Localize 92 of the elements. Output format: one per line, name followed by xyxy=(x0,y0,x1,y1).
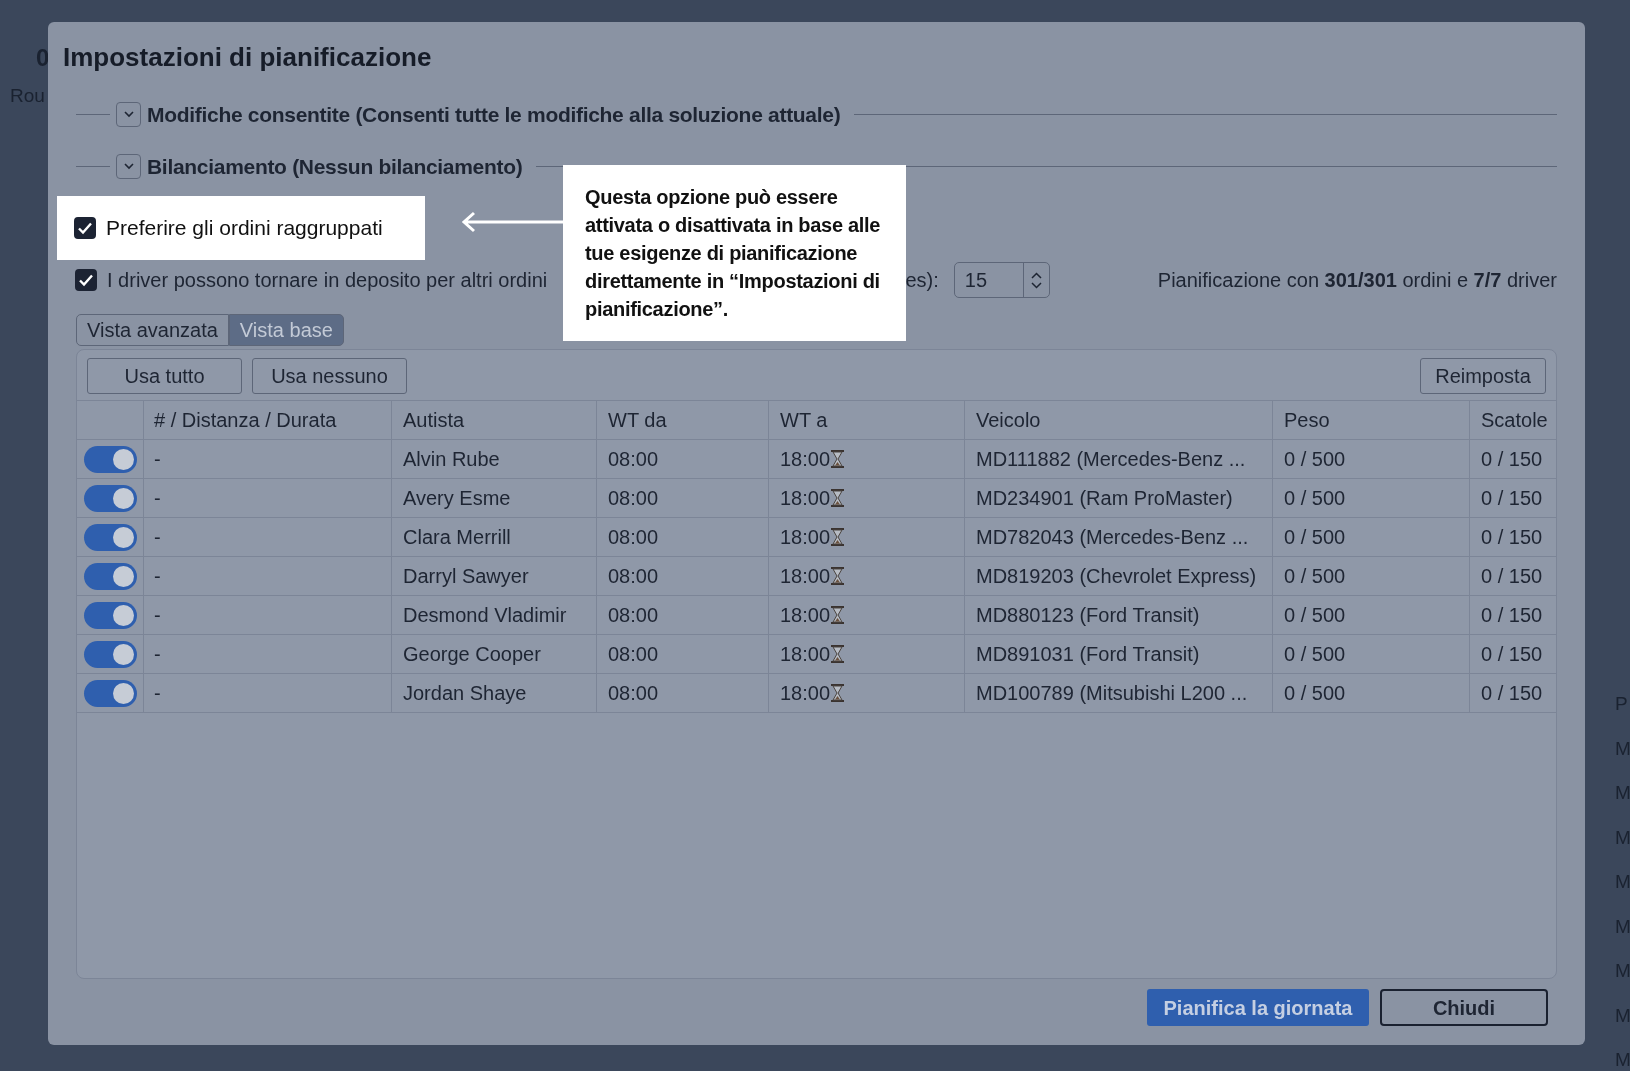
table-cell-text: 08:00 xyxy=(608,486,659,511)
table-cell-text: 08:00 xyxy=(608,564,659,589)
summary-text: Pianificazione con 301/301 ordini e 7/7 driver xyxy=(1157,268,1557,293)
table-cell-text: - xyxy=(154,564,161,589)
table-cell-text: 0 / 150 xyxy=(1481,525,1543,550)
table-cell-text: 18:00 xyxy=(780,603,831,628)
table-cell-text: 0 / 150 xyxy=(1481,486,1543,511)
view-tab[interactable]: Vista avanzata xyxy=(76,314,229,346)
table-cell-text: MD100789 (Mitsubishi L200 ... xyxy=(976,681,1248,706)
select-button[interactable]: Usa nessuno xyxy=(252,358,407,394)
option-label[interactable]: I driver possono tornare in deposito per altri ordini xyxy=(107,265,548,295)
table-cell-text: 18:00 xyxy=(780,447,831,472)
table-cell-text: 0 / 500 xyxy=(1284,447,1346,472)
table-cell-text: MD111882 (Mercedes-Benz ... xyxy=(976,447,1246,472)
reset-button[interactable]: Reimposta xyxy=(1420,358,1546,394)
table-cell-text: Clara Merrill xyxy=(403,525,511,550)
table-cell-text: 0 / 150 xyxy=(1481,603,1543,628)
table-cell-text: 08:00 xyxy=(608,447,659,472)
table-cell-text: - xyxy=(154,525,161,550)
table-cell-text: 08:00 xyxy=(608,525,659,550)
hourglass-icon xyxy=(831,489,845,507)
table-cell-text: 0 / 150 xyxy=(1481,642,1543,667)
chevron-down-icon[interactable] xyxy=(1030,281,1042,289)
table-cell-text: Jordan Shaye xyxy=(403,681,527,706)
toggle-switch[interactable] xyxy=(84,679,137,707)
checkbox[interactable] xyxy=(75,269,97,291)
table-cell-text: MD891031 (Ford Transit) xyxy=(976,642,1200,667)
table-cell-text: 18:00 xyxy=(780,642,831,667)
table-cell-text: 0 / 500 xyxy=(1284,642,1346,667)
hourglass-icon xyxy=(831,567,845,585)
hourglass-icon xyxy=(831,450,845,468)
toggle-switch[interactable] xyxy=(84,601,137,629)
toggle-switch[interactable] xyxy=(84,445,137,473)
table-cell-text: - xyxy=(154,642,161,667)
close-button[interactable]: Chiudi xyxy=(1380,989,1548,1026)
table-cell-text: 08:00 xyxy=(608,681,659,706)
table-cell-text: Avery Esme xyxy=(403,486,511,511)
hourglass-icon xyxy=(831,606,845,624)
toggle-switch[interactable] xyxy=(84,640,137,668)
toggle-switch[interactable] xyxy=(84,562,137,590)
table-cell-text: MD880123 (Ford Transit) xyxy=(976,603,1200,628)
table-cell-text: 18:00 xyxy=(780,525,831,550)
column-header: WT da xyxy=(597,401,769,439)
section-heading[interactable]: Modifiche consentite (Consenti tutte le modifiche alla soluzione attuale) xyxy=(147,99,841,131)
table-cell-text: 0 / 500 xyxy=(1284,525,1346,550)
table-cell-text: 0 / 150 xyxy=(1481,564,1543,589)
option-label[interactable]: Preferire gli ordini raggruppati xyxy=(106,212,383,244)
table-cell-text: 08:00 xyxy=(608,603,659,628)
table-cell-text: 0 / 500 xyxy=(1284,564,1346,589)
toggle-switch[interactable] xyxy=(84,484,137,512)
table-cell-text: - xyxy=(154,603,161,628)
toggle-switch[interactable] xyxy=(84,523,137,551)
hourglass-icon xyxy=(831,684,845,702)
table-cell-text: 18:00 xyxy=(780,681,831,706)
column-header: # / Distanza / Durata xyxy=(144,401,392,439)
table-cell-text: 18:00 xyxy=(780,564,831,589)
column-header: Autista xyxy=(392,401,597,439)
hourglass-icon xyxy=(831,528,845,546)
table-cell-text: 18:00 xyxy=(780,486,831,511)
view-tab[interactable]: Vista base xyxy=(228,314,344,346)
column-header: Veicolo xyxy=(965,401,1273,439)
table-cell-text: George Cooper xyxy=(403,642,541,667)
select-button[interactable]: Usa tutto xyxy=(87,358,242,394)
section-heading[interactable]: Bilanciamento (Nessun bilanciamento) xyxy=(147,150,523,182)
field-label: es): xyxy=(905,268,939,293)
table-cell-text: 0 / 150 xyxy=(1481,681,1543,706)
table-cell-text: Darryl Sawyer xyxy=(403,564,529,589)
chevron-down-icon[interactable] xyxy=(116,153,141,179)
checkbox[interactable] xyxy=(74,217,96,239)
table-cell-text: Alvin Rube xyxy=(403,447,500,472)
table-cell-text: 0 / 500 xyxy=(1284,486,1346,511)
table-cell-text: 0 / 150 xyxy=(1481,447,1543,472)
chevron-down-icon[interactable] xyxy=(116,102,141,128)
table-cell-text: MD782043 (Mercedes-Benz ... xyxy=(976,525,1249,550)
column-header: Peso xyxy=(1273,401,1470,439)
table-cell-text: - xyxy=(154,681,161,706)
column-header: WT a xyxy=(769,401,965,439)
table-cell-text: 0 / 500 xyxy=(1284,603,1346,628)
chevron-up-icon[interactable] xyxy=(1030,271,1042,279)
tooltip: Questa opzione può essere attivata o disattivata in base alle tue esigenze di pianificazione direttamente in “Impostazioni di pianificazione”. xyxy=(563,165,906,341)
plan-day-button[interactable]: Pianifica la giornata xyxy=(1147,989,1369,1026)
number-field[interactable]: 15 xyxy=(953,262,1050,298)
table-cell-text: - xyxy=(154,447,161,472)
table-cell-text: 08:00 xyxy=(608,642,659,667)
table-cell-text: 0 / 500 xyxy=(1284,681,1346,706)
table-cell-text: MD819203 (Chevrolet Express) xyxy=(976,564,1257,589)
hourglass-icon xyxy=(831,645,845,663)
table-cell-text: MD234901 (Ram ProMaster) xyxy=(976,486,1233,511)
table-cell-text: Desmond Vladimir xyxy=(403,603,567,628)
dialog-title: Impostazioni di pianificazione xyxy=(62,41,433,74)
table-cell-text: - xyxy=(154,486,161,511)
column-header: Scatole xyxy=(1480,408,1549,433)
